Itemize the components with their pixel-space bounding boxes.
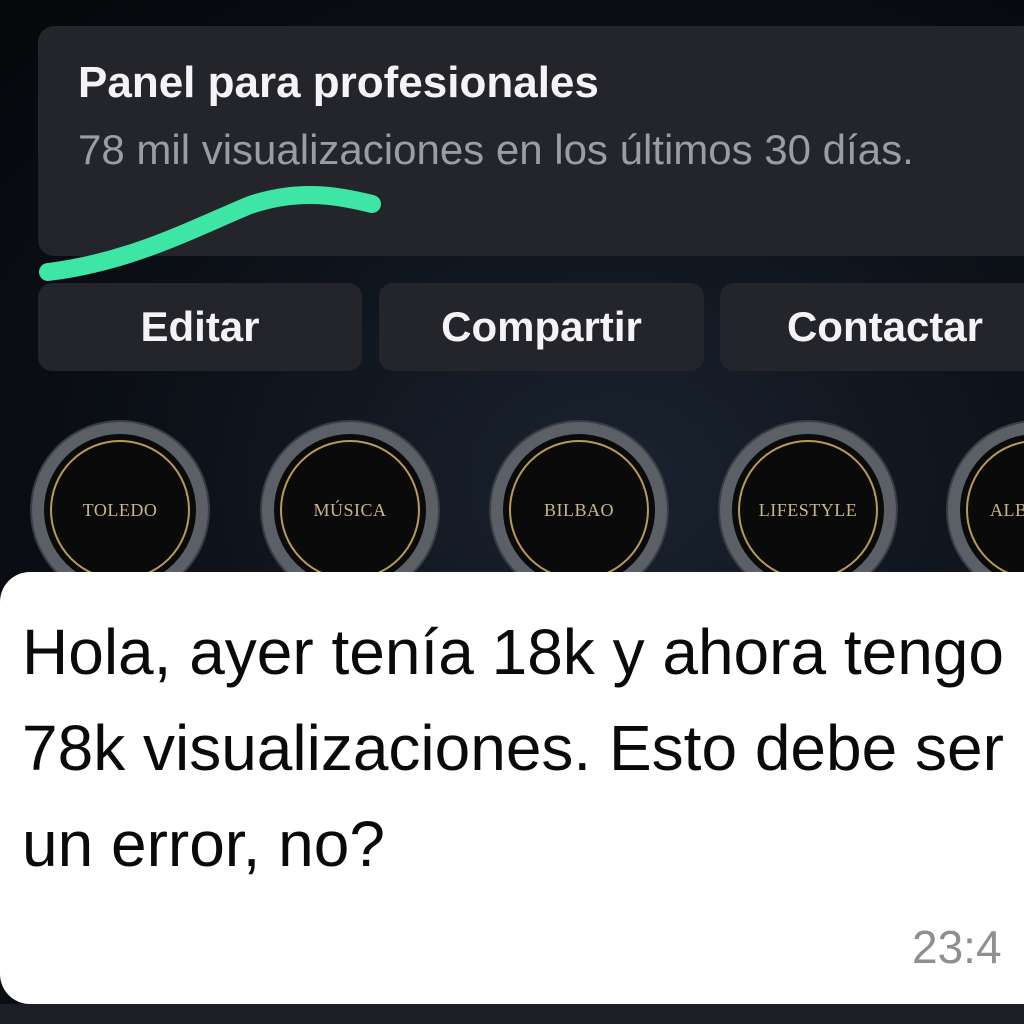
edit-profile-button[interactable]: Editar (38, 283, 362, 371)
contact-button[interactable]: Contactar (720, 283, 1024, 371)
message-timestamp: 23:4 (912, 921, 1002, 973)
chat-background-strip (0, 1004, 1024, 1024)
dashboard-title: Panel para profesionales (78, 58, 599, 107)
highlight-label: MÚSICA (313, 499, 387, 520)
instagram-profile-screenshot: Panel para profesionales 78 mil visualiz… (0, 0, 1024, 600)
share-profile-button[interactable]: Compartir (379, 283, 704, 371)
dashboard-views-summary: 78 mil visualizaciones en los últimos 30… (78, 126, 914, 173)
highlight-label: TOLEDO (82, 499, 158, 520)
highlight-label: ALB (990, 499, 1024, 520)
message-text: Hola, ayer tenía 18k y ahora tengo 78k v… (22, 616, 1004, 880)
highlight-label: BILBAO (544, 499, 614, 520)
highlight-label: LIFESTYLE (758, 499, 858, 520)
